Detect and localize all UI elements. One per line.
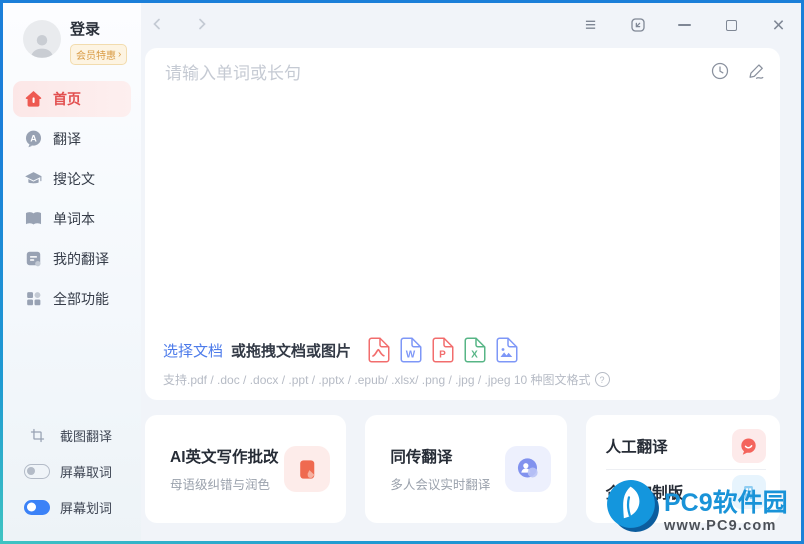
select-document-link[interactable]: 选择文档 — [163, 340, 223, 361]
sidebar-item-label: 首页 — [53, 89, 81, 109]
menu-glyph: ≡ — [585, 16, 596, 35]
screen-word-select-toggle[interactable] — [24, 500, 50, 515]
excel-file-icon: X — [463, 337, 486, 363]
human-translation-row[interactable]: 人工翻译 — [606, 424, 766, 469]
user-block: 登录 会员特惠› — [3, 3, 141, 65]
pdf-file-icon — [367, 337, 390, 363]
history-clock-icon[interactable] — [710, 61, 730, 81]
sidebar-item-label: 全部功能 — [53, 289, 109, 309]
sidebar-item-label: 我的翻译 — [53, 249, 109, 269]
wordbook-icon — [24, 209, 43, 228]
screenshot-stage: 登录 会员特惠› 首页 A 翻译 搜论文 单词本 我的 — [0, 0, 804, 544]
close-button[interactable]: × — [769, 16, 788, 35]
tool-label: 屏幕划词 — [60, 498, 112, 517]
forward-button[interactable] — [194, 16, 212, 34]
supported-formats-label: 支持.pdf / .doc / .docx / .ppt / .pptx / .… — [163, 371, 591, 388]
sidebar: 登录 会员特惠› 首页 A 翻译 搜论文 单词本 我的 — [3, 3, 141, 541]
pc9-watermark: PC9软件园 www.PC9.com — [604, 477, 788, 534]
sidebar-tools: 截图翻译 屏幕取词 屏幕划词 — [3, 417, 141, 525]
query-input[interactable] — [163, 63, 597, 85]
ai-writing-icon — [284, 446, 330, 492]
svg-text:W: W — [406, 350, 416, 361]
supported-formats-row: 支持.pdf / .doc / .docx / .ppt / .pptx / .… — [163, 371, 610, 388]
svg-text:A: A — [30, 133, 37, 143]
back-button[interactable] — [149, 16, 167, 34]
drag-hint-label: 或拖拽文档或图片 — [231, 340, 351, 361]
card-ai-writing[interactable]: AI英文写作批改 母语级纠错与润色 — [145, 415, 346, 523]
watermark-site-url: www.PC9.com — [664, 518, 788, 534]
person-icon — [27, 30, 57, 58]
maximize-button[interactable] — [722, 16, 741, 35]
card-title: 同传翻译 — [390, 445, 490, 467]
word-file-icon: W — [399, 337, 422, 363]
titlebar: ≡ × — [141, 3, 801, 47]
screenshot-crop-icon — [24, 427, 50, 444]
file-type-icons: W P X — [367, 337, 518, 363]
screen-word-select-item[interactable]: 屏幕划词 — [3, 489, 141, 525]
window-controls: ≡ × — [581, 16, 788, 35]
screenshot-translate-item[interactable]: 截图翻译 — [3, 417, 141, 453]
human-translation-icon — [732, 429, 766, 463]
pc9-logo-icon — [604, 477, 661, 534]
sidebar-item-paper-search[interactable]: 搜论文 — [13, 161, 131, 197]
member-offer-badge[interactable]: 会员特惠› — [70, 44, 127, 65]
login-button[interactable]: 登录 — [70, 20, 127, 40]
toggle-knob — [27, 503, 36, 512]
screen-word-capture-toggle[interactable] — [24, 464, 50, 479]
tool-label: 截图翻译 — [60, 426, 112, 445]
card-subtitle: 多人会议实时翻译 — [390, 474, 490, 493]
app-window: 登录 会员特惠› 首页 A 翻译 搜论文 单词本 我的 — [0, 0, 804, 544]
sidebar-nav: 首页 A 翻译 搜论文 单词本 我的翻译 全部功能 — [3, 81, 141, 317]
mini-mode-icon[interactable] — [628, 16, 647, 35]
close-glyph: × — [772, 15, 784, 36]
screen-word-capture-item[interactable]: 屏幕取词 — [3, 453, 141, 489]
avatar[interactable] — [23, 20, 61, 58]
sidebar-item-home[interactable]: 首页 — [13, 81, 131, 117]
image-file-icon — [495, 337, 518, 363]
document-drop-area: 选择文档 或拖拽文档或图片 W P X 支持.pdf / .doc / .doc… — [163, 337, 610, 388]
svg-text:P: P — [439, 350, 446, 361]
minimize-button[interactable] — [675, 16, 694, 35]
sidebar-item-wordbook[interactable]: 单词本 — [13, 201, 131, 237]
card-subtitle: 母语级纠错与润色 — [170, 474, 279, 493]
toggle-knob — [27, 467, 35, 475]
card-title: 人工翻译 — [606, 435, 668, 457]
member-offer-label: 会员特惠 — [76, 47, 116, 62]
chevron-right-icon: › — [118, 49, 121, 60]
sidebar-item-label: 翻译 — [53, 129, 81, 149]
home-icon — [24, 89, 43, 108]
card-simultaneous-translation[interactable]: 同传翻译 多人会议实时翻译 — [365, 415, 566, 523]
help-icon[interactable]: ? — [595, 372, 610, 387]
sidebar-item-translate[interactable]: A 翻译 — [13, 121, 131, 157]
sidebar-item-label: 搜论文 — [53, 169, 95, 189]
paper-search-icon — [24, 169, 43, 188]
history-nav — [149, 16, 212, 34]
tool-label: 屏幕取词 — [60, 462, 112, 481]
svg-text:X: X — [471, 350, 478, 361]
sidebar-item-my-translation[interactable]: 我的翻译 — [13, 241, 131, 277]
simultaneous-translation-icon — [505, 446, 551, 492]
main-area: ≡ × 选择文档 或拖拽文档或图片 W P — [141, 3, 801, 541]
card-title: AI英文写作批改 — [170, 445, 279, 467]
translate-icon: A — [24, 129, 43, 148]
all-features-icon — [24, 289, 43, 308]
ppt-file-icon: P — [431, 337, 454, 363]
menu-icon[interactable]: ≡ — [581, 16, 600, 35]
handwriting-pen-icon[interactable] — [747, 61, 767, 81]
query-panel: 选择文档 或拖拽文档或图片 W P X 支持.pdf / .doc / .doc… — [145, 48, 780, 400]
my-translation-icon — [24, 249, 43, 268]
sidebar-item-all-features[interactable]: 全部功能 — [13, 281, 131, 317]
watermark-site-name: PC9软件园 — [664, 491, 788, 516]
sidebar-item-label: 单词本 — [53, 209, 95, 229]
panel-icons — [710, 61, 767, 81]
